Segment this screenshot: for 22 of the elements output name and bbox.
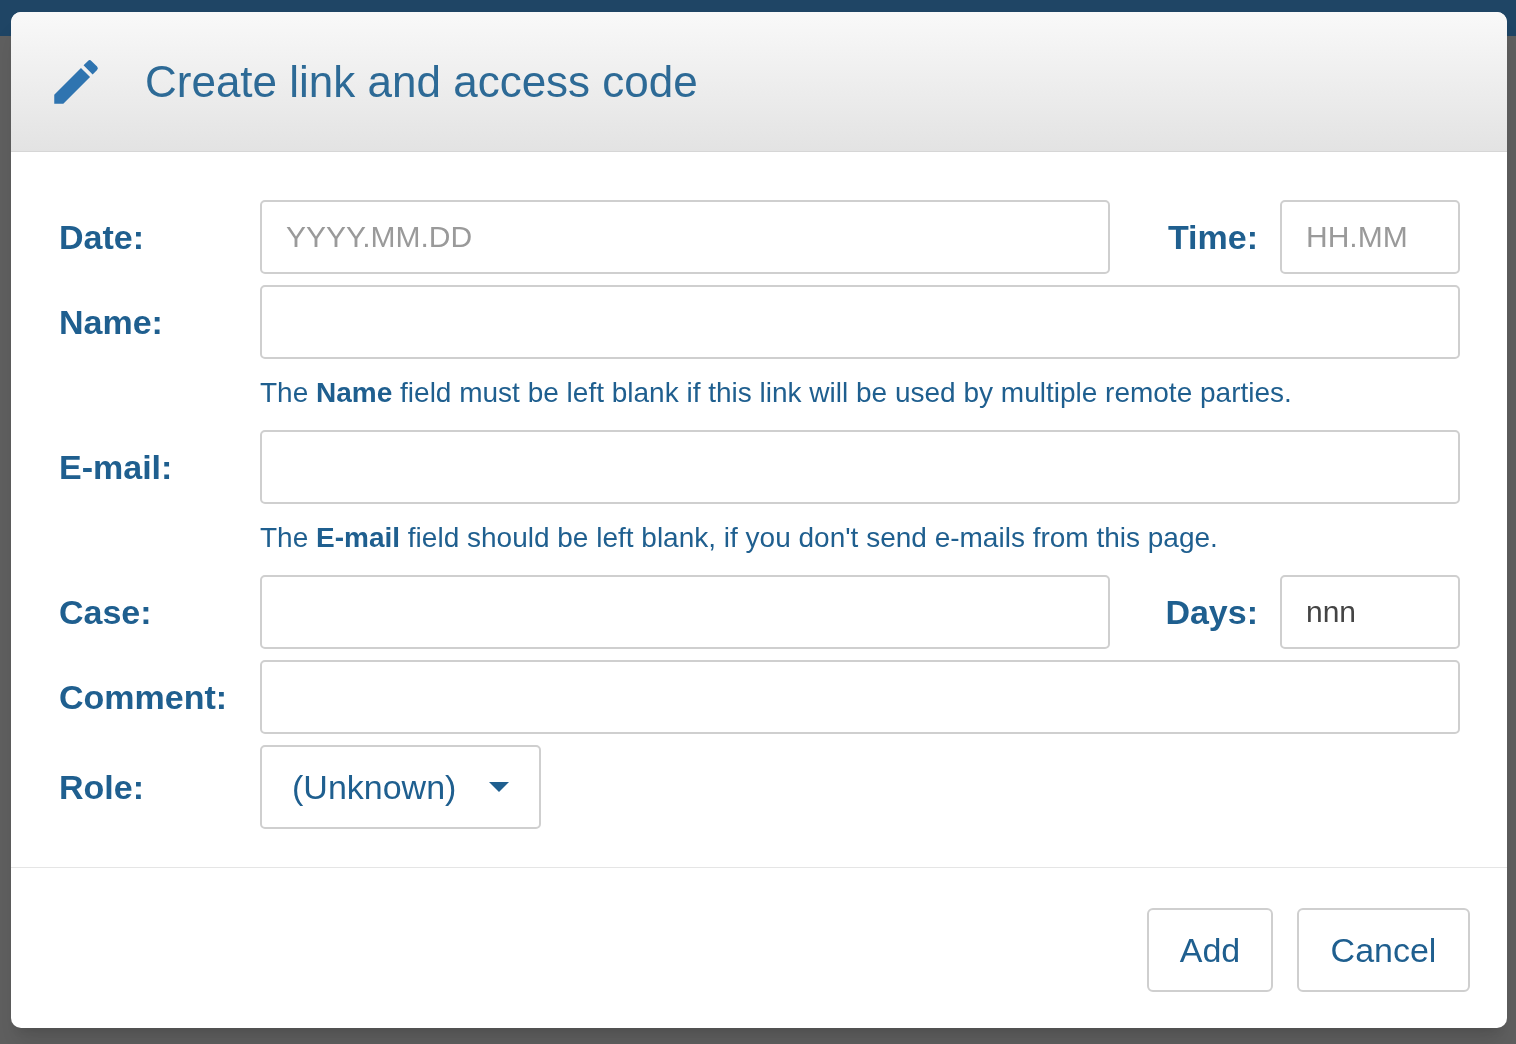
field-label: Date: bbox=[59, 216, 146, 258]
dialog-button[interactable]: Cancel bbox=[1297, 908, 1470, 992]
role-dropdown[interactable]: (Unknown) bbox=[260, 745, 541, 829]
input-field[interactable] bbox=[260, 285, 1460, 359]
input-field[interactable] bbox=[260, 660, 1460, 734]
dialog-title: Create link and access code bbox=[145, 55, 698, 108]
field-label: Comment: bbox=[59, 676, 229, 718]
input-field[interactable] bbox=[260, 430, 1460, 504]
input-field[interactable]: YYYY.MM.DD bbox=[260, 200, 1110, 274]
input-field[interactable]: HH.MM bbox=[1280, 200, 1460, 274]
field-label: Role: bbox=[59, 766, 145, 808]
field-label: E-mail: bbox=[59, 446, 174, 488]
field-label: Case: bbox=[59, 591, 153, 633]
input-field[interactable]: nnn bbox=[1280, 575, 1460, 649]
field-label: Time: bbox=[1166, 216, 1259, 258]
caret-icon bbox=[489, 782, 509, 792]
field-label: Name: bbox=[59, 301, 164, 343]
dialog-button[interactable]: Add bbox=[1147, 908, 1273, 992]
help-text: The Name field must be left blank if this link will be used by multiple remote parties. bbox=[260, 376, 1293, 410]
input-field[interactable] bbox=[260, 575, 1110, 649]
help-text: The E-mail field should be left blank, if you don't send e-mails from this page. bbox=[260, 521, 1219, 555]
field-label: Days: bbox=[1164, 591, 1259, 633]
